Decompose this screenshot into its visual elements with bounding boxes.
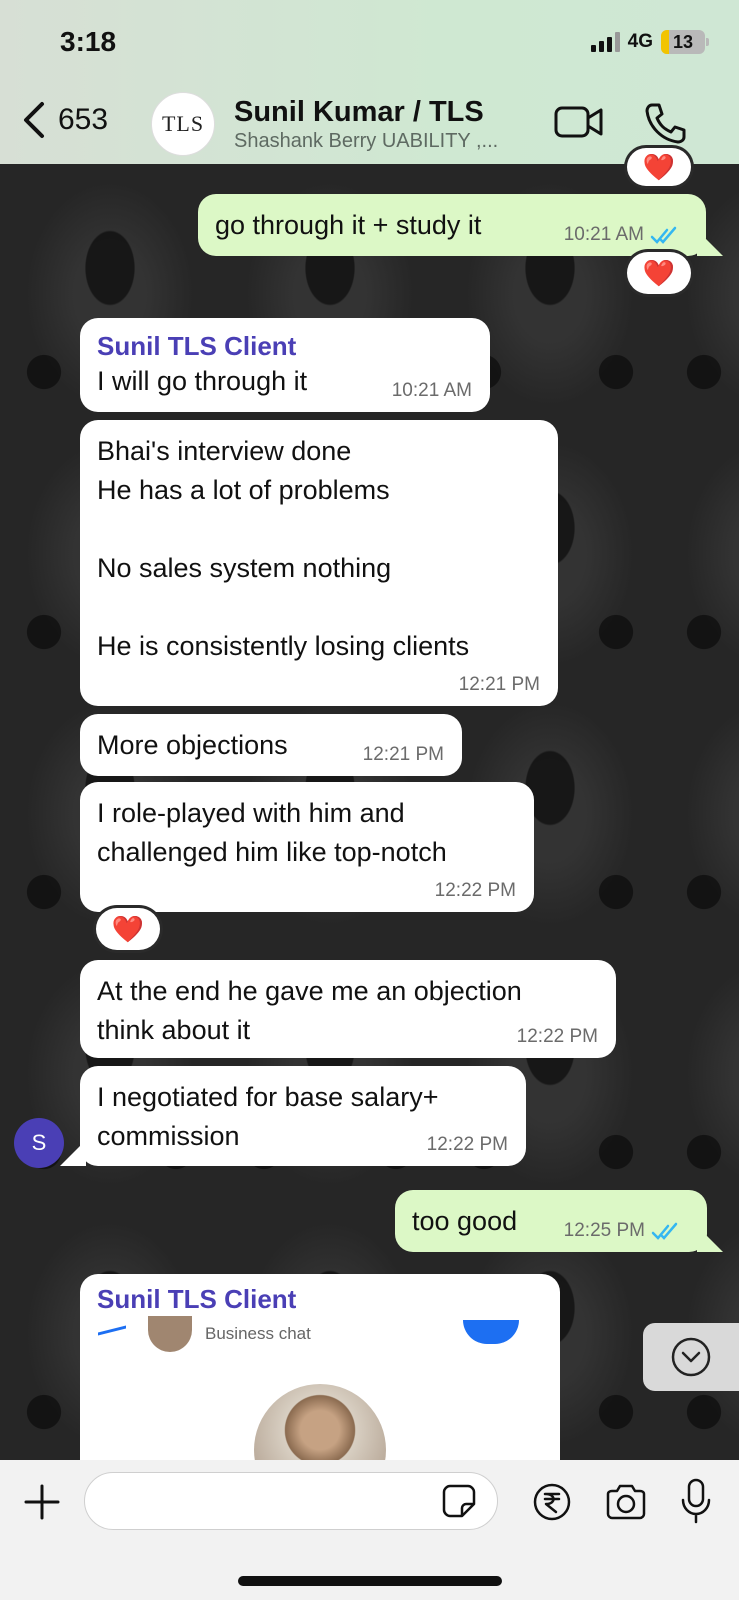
payment-button[interactable] (532, 1482, 572, 1527)
read-ticks-icon (650, 226, 677, 244)
heart-icon: ❤️ (111, 913, 145, 944)
video-call-button[interactable] (554, 104, 604, 140)
voice-message-button[interactable] (680, 1478, 712, 1531)
message-time: 12:21 PM (362, 744, 444, 765)
heart-icon: ❤️ (642, 151, 676, 182)
image-message[interactable]: Sunil TLS Client Business chat (80, 1274, 560, 1474)
message-incoming[interactable]: At the end he gave me an objection think… (80, 960, 616, 1058)
avatar-text: TLS (161, 111, 205, 136)
message-text: too good (412, 1206, 518, 1236)
reaction-heart-partial[interactable]: ❤️ (627, 148, 691, 186)
heart-icon: ❤️ (642, 257, 676, 288)
back-button[interactable]: 653 (20, 100, 108, 140)
message-outgoing[interactable]: too good 12:25 PM (395, 1190, 707, 1252)
composer-bar (0, 1460, 739, 1600)
phone-icon (645, 103, 686, 144)
message-input[interactable] (84, 1472, 498, 1530)
status-indicators: 4G 13 (590, 30, 709, 54)
message-incoming[interactable]: More objections 12:21 PM (80, 714, 462, 776)
microphone-icon (681, 1478, 711, 1524)
read-ticks-icon (651, 1222, 678, 1240)
battery-level: 13 (672, 31, 694, 52)
message-incoming[interactable]: I role-played with him and challenged hi… (80, 782, 534, 912)
chat-participants[interactable]: Shashank Berry UABILITY ,... (234, 130, 534, 153)
reaction-heart[interactable]: ❤️ (627, 252, 691, 294)
message-time: 12:22 PM (516, 1026, 598, 1047)
sticker-icon (442, 1484, 476, 1518)
attach-button[interactable] (22, 1482, 62, 1527)
sender-name[interactable]: Sunil TLS Client (97, 1284, 296, 1315)
rupee-icon (533, 1483, 571, 1521)
home-indicator (238, 1576, 502, 1586)
battery-icon: 13 (661, 30, 709, 54)
message-time: 10:21 AM (563, 224, 644, 245)
status-time: 3:18 (60, 26, 117, 57)
message-time: 12:25 PM (563, 1220, 645, 1241)
message-time: 12:21 PM (458, 674, 540, 695)
chat-header: 3:18 4G 13 653 TLS Sunil Kumar / TLS Sha… (0, 0, 739, 164)
voice-call-button[interactable] (644, 102, 686, 144)
reaction-heart[interactable]: ❤️ (96, 908, 160, 950)
chevron-left-icon (24, 102, 44, 138)
video-camera-icon (554, 106, 603, 138)
screenshot-caption: Business chat (205, 1324, 311, 1343)
sender-avatar-letter: S (31, 1130, 47, 1155)
camera-button[interactable] (604, 1482, 648, 1527)
message-time: 10:21 AM (391, 380, 472, 401)
sender-avatar[interactable]: S (14, 1118, 64, 1168)
scroll-to-bottom-button[interactable] (643, 1323, 739, 1391)
message-text: Bhai's interview done He has a lot of pr… (97, 436, 470, 661)
sender-name[interactable]: Sunil TLS Client (97, 330, 473, 362)
message-time: 12:22 PM (426, 1134, 508, 1155)
screenshot-button (463, 1320, 519, 1344)
chat-avatar[interactable]: TLS (151, 92, 215, 156)
signal-icon (590, 32, 620, 52)
message-incoming[interactable]: Sunil TLS Client I will go through it 10… (80, 318, 490, 412)
message-incoming[interactable]: I negotiated for base salary+ commission… (80, 1066, 526, 1166)
network-type: 4G (627, 31, 653, 52)
chevron-down-icon (671, 1337, 711, 1377)
message-text: I role-played with him and challenged hi… (97, 798, 447, 867)
unread-count: 653 (58, 103, 109, 136)
message-time: 12:22 PM (434, 880, 516, 901)
screenshot-avatar (148, 1316, 192, 1352)
chat-title[interactable]: Sunil Kumar / TLS (234, 96, 484, 129)
plus-icon (24, 1484, 60, 1520)
message-outgoing[interactable]: go through it + study it 10:21 AM (198, 194, 706, 256)
sticker-button[interactable] (442, 1484, 476, 1523)
message-incoming[interactable]: Bhai's interview done He has a lot of pr… (80, 420, 558, 706)
camera-icon (606, 1484, 646, 1520)
